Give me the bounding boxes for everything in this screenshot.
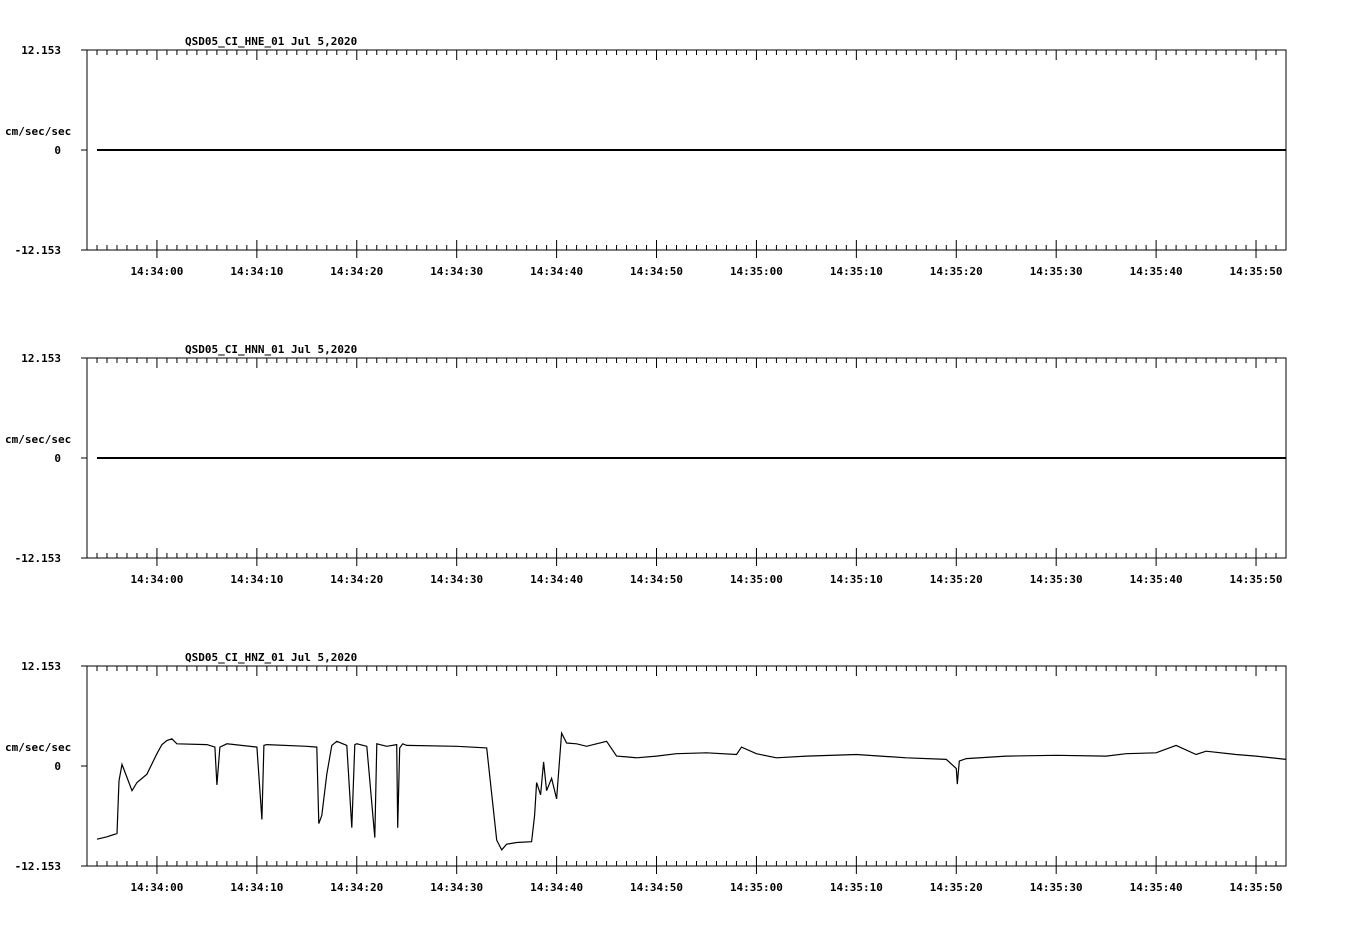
seismogram-figure: QSD05_CI_HNE_01 Jul 5,2020 12.153 0 -12.153…	[0, 0, 1358, 924]
y-tick-label: 12.153	[21, 44, 61, 57]
x-tick-label: 14:34:40	[530, 881, 583, 894]
x-tick-label: 14:34:30	[430, 881, 483, 894]
x-tick-label: 14:35:10	[830, 573, 883, 586]
y-tick-label: 12.153	[21, 352, 61, 365]
y-tick-label: -12.153	[15, 860, 61, 873]
x-tick-label: 14:34:50	[630, 881, 683, 894]
x-tick-label: 14:35:00	[730, 573, 783, 586]
y-tick-label: 0	[54, 760, 61, 773]
x-tick-label: 14:34:20	[330, 265, 383, 278]
x-tick-label: 14:35:30	[1030, 881, 1083, 894]
plot-frame	[86, 665, 1287, 867]
panel-title: QSD05_CI_HNN_01 Jul 5,2020	[185, 343, 357, 356]
x-tick-label: 14:35:20	[930, 265, 983, 278]
x-tick-label: 14:34:20	[330, 573, 383, 586]
panel-2: QSD05_CI_HNN_01 Jul 5,2020 12.153 0 -12.153…	[5, 343, 1287, 586]
x-tick-label: 14:35:40	[1130, 881, 1183, 894]
x-tick-label: 14:35:00	[730, 881, 783, 894]
x-tick-label: 14:35:00	[730, 265, 783, 278]
x-tick-label: 14:34:00	[130, 265, 183, 278]
x-tick-label: 14:35:20	[930, 573, 983, 586]
x-tick-label: 14:35:30	[1030, 573, 1083, 586]
x-tick-label: 14:34:00	[130, 573, 183, 586]
panel-title: QSD05_CI_HNZ_01 Jul 5,2020	[185, 651, 357, 664]
seismogram-svg: QSD05_CI_HNE_01 Jul 5,2020 12.153 0 -12.153…	[5, 35, 1287, 894]
x-tick-label: 14:35:30	[1030, 265, 1083, 278]
x-tick-label: 14:35:40	[1130, 573, 1183, 586]
y-tick-label: 0	[54, 452, 61, 465]
x-tick-label: 14:34:10	[230, 265, 283, 278]
x-tick-label: 14:34:10	[230, 573, 283, 586]
x-tick-label: 14:35:10	[830, 881, 883, 894]
x-tick-label: 14:34:10	[230, 881, 283, 894]
panel-1: QSD05_CI_HNE_01 Jul 5,2020 12.153 0 -12.153…	[5, 35, 1287, 278]
x-tick-label: 14:35:20	[930, 881, 983, 894]
x-tick-label: 14:34:40	[530, 573, 583, 586]
x-tick-label: 14:35:10	[830, 265, 883, 278]
x-tick-label: 14:34:20	[330, 881, 383, 894]
x-tick-label: 14:34:50	[630, 573, 683, 586]
y-tick-label: -12.153	[15, 552, 61, 565]
y-axis-label: cm/sec/sec	[5, 433, 71, 446]
y-axis-label: cm/sec/sec	[5, 741, 71, 754]
x-tick-label: 14:35:50	[1230, 573, 1283, 586]
x-tick-label: 14:35:50	[1230, 265, 1283, 278]
y-axis-label: cm/sec/sec	[5, 125, 71, 138]
panel-3: QSD05_CI_HNZ_01 Jul 5,2020 12.153 0 -12.153…	[5, 651, 1287, 894]
waveform-line	[96, 730, 1287, 851]
x-tick-label: 14:34:50	[630, 265, 683, 278]
x-tick-label: 14:35:50	[1230, 881, 1283, 894]
y-tick-label: 12.153	[21, 660, 61, 673]
x-tick-label: 14:34:00	[130, 881, 183, 894]
panel-title: QSD05_CI_HNE_01 Jul 5,2020	[185, 35, 357, 48]
x-tick-label: 14:35:40	[1130, 265, 1183, 278]
y-tick-label: 0	[54, 144, 61, 157]
x-tick-label: 14:34:30	[430, 573, 483, 586]
x-tick-label: 14:34:30	[430, 265, 483, 278]
y-tick-label: -12.153	[15, 244, 61, 257]
x-tick-label: 14:34:40	[530, 265, 583, 278]
